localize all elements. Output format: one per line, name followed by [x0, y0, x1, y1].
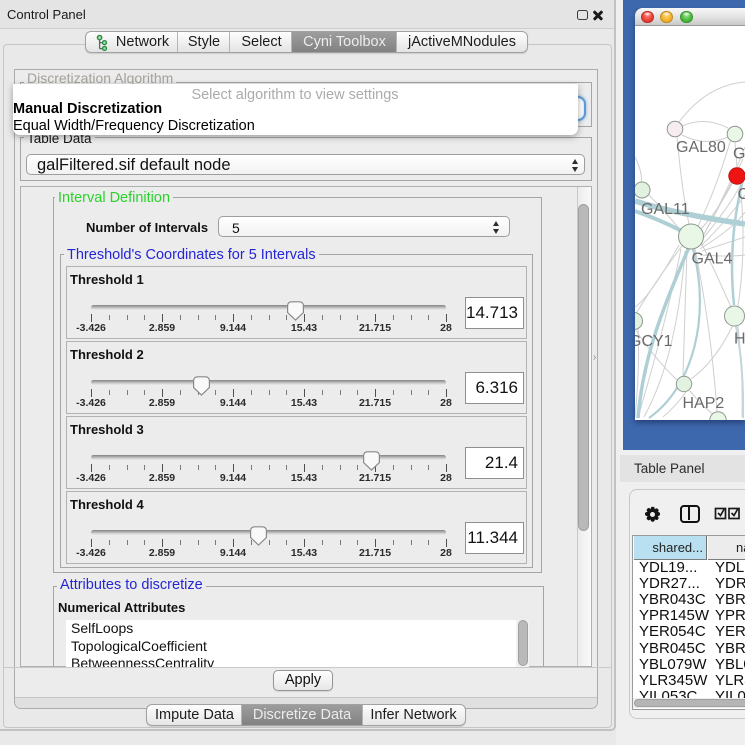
svg-text:CYC: CYC — [738, 186, 745, 203]
svg-text:HIS: HIS — [734, 331, 745, 348]
svg-text:GAL80: GAL80 — [676, 139, 726, 156]
svg-text:GCY1: GCY1 — [635, 333, 673, 350]
svg-text:GAL4: GAL4 — [692, 251, 733, 268]
svg-text:HAP2: HAP2 — [683, 395, 725, 412]
svg-text:GAL11: GAL11 — [641, 201, 690, 218]
svg-text:GAL3: GAL3 — [733, 146, 745, 163]
